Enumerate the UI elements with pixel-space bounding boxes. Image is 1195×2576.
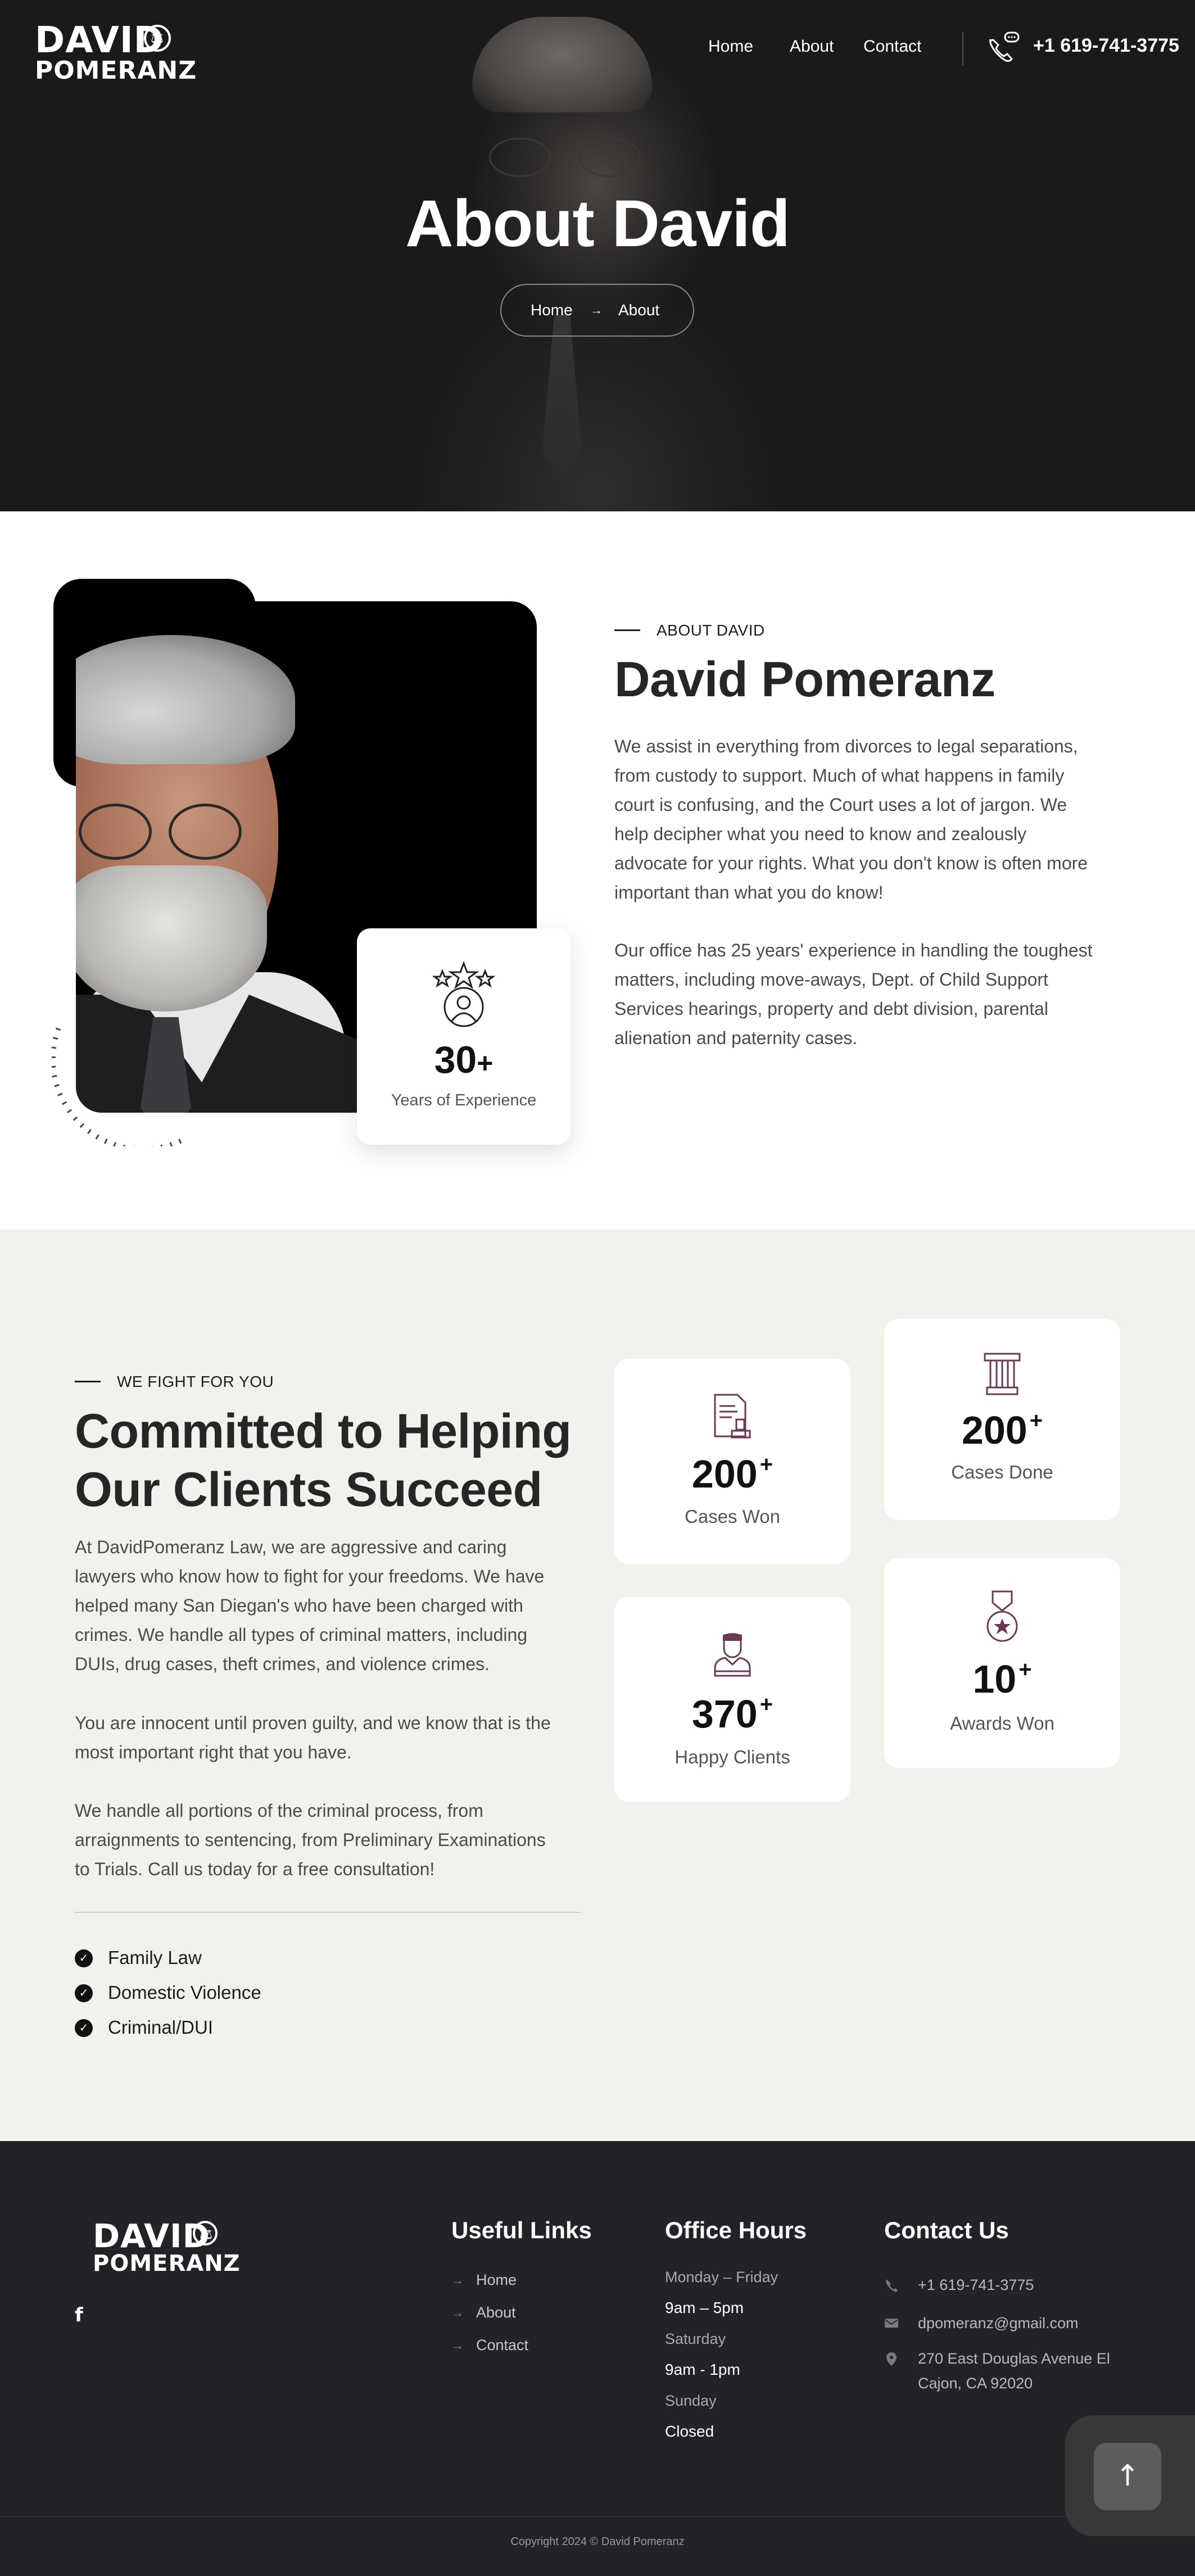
experience-number: 30+ [434, 1038, 494, 1081]
page-title: About David [405, 187, 790, 261]
practice-area-item: Family Law [108, 1947, 202, 1968]
footer-link-about[interactable]: About [476, 2304, 516, 2321]
practice-area-item: Domestic Violence [108, 1982, 261, 2003]
office-hours-heading: Office Hours [665, 2217, 807, 2243]
stat-card-happy-clients: 370 + Happy Clients [614, 1597, 850, 1802]
logo-line-1: DAVID [35, 20, 164, 61]
logo-line-2: POMERANZ [35, 56, 197, 85]
phone-chat-icon [989, 31, 1020, 62]
about-paragraph-2: Our office has 25 years' experience in h… [614, 940, 1093, 1048]
map-pin-icon [886, 2352, 897, 2366]
stat-label: Happy Clients [675, 1747, 790, 1767]
about-heading: David Pomeranz [614, 651, 995, 707]
hero-photo-hair [472, 17, 652, 112]
phone-icon [886, 2279, 898, 2292]
medal-icon [986, 1590, 1018, 1642]
fight-paragraph-1: At DavidPomeranz Law, we are aggressive … [75, 1537, 545, 1674]
hours-day: Saturday [665, 2330, 726, 2347]
useful-links-heading: Useful Links [451, 2217, 592, 2243]
footer-email[interactable]: dpomeranz@gmail.com [918, 2311, 1079, 2335]
stat-label: Cases Done [951, 1462, 1053, 1482]
logo-line-2: POMERANZ [93, 2251, 241, 2276]
stat-label: Cases Won [685, 1506, 780, 1527]
stat-card-cases-won: 200 + Cases Won [614, 1359, 850, 1564]
footer-address: 270 East Douglas Avenue El Cajon, CA 9202… [918, 2350, 1110, 2392]
contact-us-heading: Contact Us [884, 2217, 1009, 2243]
nav-divider [962, 31, 963, 65]
header-phone-number[interactable]: +1 619-741-3775 [1033, 35, 1179, 57]
footer-phone[interactable]: +1 619-741-3775 [918, 2273, 1034, 2297]
fight-heading: Committed to Helping Our Clients Succeed [75, 1404, 572, 1517]
practice-area-item: Criminal/DUI [108, 2017, 214, 2038]
email-icon [885, 2319, 898, 2328]
nav-about-link[interactable]: About [790, 37, 834, 56]
check-icon [75, 2019, 93, 2037]
decorative-dashed-ring [52, 1027, 182, 1146]
experience-card: 30+ Years of Experience [357, 928, 571, 1145]
hours-time: 9am - 1pm [665, 2361, 740, 2378]
stat-card-awards-won: 10 + Awards Won [884, 1558, 1120, 1768]
document-gavel-icon [714, 1394, 751, 1439]
breadcrumb-arrow-icon: → [590, 303, 603, 317]
back-to-top-button[interactable]: ↑ [1094, 2443, 1161, 2510]
footer-link-contact[interactable]: Contact [476, 2337, 528, 2354]
footer-link-home[interactable]: Home [476, 2271, 517, 2289]
breadcrumb: Home → About [500, 284, 694, 337]
hours-time: Closed [665, 2423, 714, 2440]
stat-card-cases-done: 200 + Cases Done [884, 1319, 1120, 1520]
fight-paragraph-2: You are innocent until proven guilty, an… [75, 1713, 551, 1762]
stat-number: 200 + [961, 1408, 1043, 1452]
rating-stars-icon [432, 961, 496, 1027]
footer-logo[interactable]: DAVID POMERANZ [93, 2220, 241, 2275]
logo-line-1: DAVID [93, 2217, 210, 2255]
check-icon [75, 1949, 93, 1967]
hours-day: Sunday [665, 2392, 717, 2409]
nav-contact-link[interactable]: Contact [863, 37, 921, 56]
hours-day: Monday – Friday [665, 2269, 778, 2285]
about-paragraph-1: We assist in everything from divorces to… [614, 736, 1088, 902]
pillar-icon [984, 1353, 1021, 1395]
eyebrow-dash [75, 1381, 101, 1382]
arrow-right-icon: → [451, 2273, 464, 2287]
check-icon [75, 1984, 93, 2002]
client-icon [714, 1633, 751, 1677]
footer-divider [0, 2516, 1195, 2517]
hours-time: 9am – 5pm [665, 2299, 744, 2316]
nav-home-link[interactable]: Home [708, 37, 753, 56]
breadcrumb-home-link[interactable]: Home [531, 301, 573, 319]
experience-label: Years of Experience [391, 1091, 537, 1109]
facebook-icon[interactable]: f [75, 2304, 83, 2326]
stat-number: 200 + [691, 1452, 773, 1496]
arrow-right-icon: → [451, 2338, 464, 2352]
hero-photo-glasses [489, 138, 641, 177]
divider [75, 1912, 581, 1913]
site-logo[interactable]: DAVID POMERANZ [35, 22, 197, 83]
arrow-right-icon: → [451, 2306, 464, 2320]
stat-number: 10 + [972, 1657, 1032, 1701]
eyebrow-dash [614, 629, 640, 631]
stat-number: 370 + [691, 1692, 773, 1736]
stat-label: Awards Won [950, 1713, 1054, 1734]
fight-eyebrow: WE FIGHT FOR YOU [117, 1373, 274, 1390]
about-eyebrow: ABOUT DAVID [657, 622, 765, 639]
scales-seal-icon [193, 2221, 218, 2246]
scales-seal-icon [144, 25, 171, 52]
copyright-text: Copyright 2024 © David Pomeranz [510, 2536, 685, 2548]
breadcrumb-current: About [618, 301, 660, 319]
fight-paragraph-3: We handle all portions of the criminal p… [75, 1801, 546, 1879]
